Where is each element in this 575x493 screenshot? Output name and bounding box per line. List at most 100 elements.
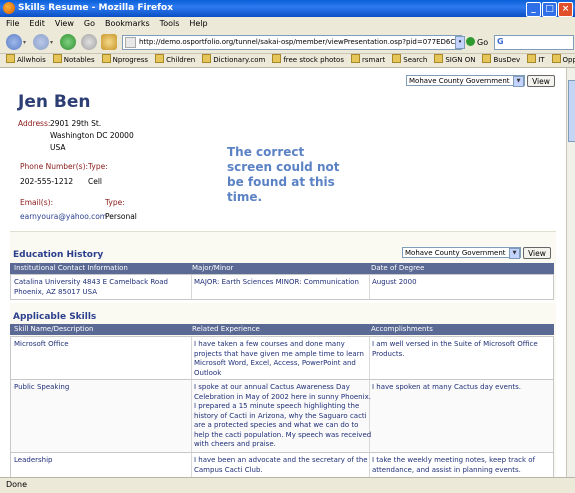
page-favicon xyxy=(125,37,136,48)
bookmark-sign-on[interactable]: SIGN ON xyxy=(434,54,475,67)
accomplishments-cell: I am well versed in the Suite of Microso… xyxy=(372,340,538,358)
folder-icon xyxy=(101,54,111,63)
phone-number: 202-555-1212 xyxy=(20,177,74,186)
folder-icon xyxy=(527,54,537,63)
institution-cell: Catalina University 4843 E Camelback Roa… xyxy=(14,278,168,296)
chevron-down-icon: ▼ xyxy=(509,248,520,259)
experience-cell: I spoke at our annual Cactus Awareness D… xyxy=(194,383,372,448)
menu-edit[interactable]: Edit xyxy=(29,17,45,31)
table-row: Microsoft Office I have taken a few cour… xyxy=(10,336,554,380)
column-header: Related Experience xyxy=(192,325,260,333)
table-row: Leadership I have been an advocate and t… xyxy=(10,452,554,477)
address-bar-url: http://demo.osportfolio.org/tunnel/sakai… xyxy=(139,38,461,46)
folder-icon xyxy=(434,54,444,63)
vertical-scrollbar[interactable] xyxy=(566,68,575,477)
email-label: Email(s): xyxy=(20,198,54,207)
address-line-3: USA xyxy=(50,143,66,152)
bookmark-dictionary[interactable]: Dictionary.com xyxy=(202,54,265,67)
status-bar: Done xyxy=(0,477,575,493)
organization-select[interactable]: Mohave County Government ▼ xyxy=(406,75,525,87)
bookmark-it[interactable]: IT xyxy=(527,54,545,67)
phone-type: Cell xyxy=(88,177,103,186)
bookmark-busdev[interactable]: BusDev xyxy=(482,54,520,67)
navigation-toolbar: ▾ ▾ http://demo.osportfolio.org/tunnel/s… xyxy=(0,31,575,54)
menu-bar: File Edit View Go Bookmarks Tools Help xyxy=(0,17,575,31)
menu-file[interactable]: File xyxy=(6,17,19,31)
view-button[interactable]: View xyxy=(527,75,555,87)
close-button[interactable]: × xyxy=(558,2,573,17)
minimize-button[interactable]: _ xyxy=(526,2,541,17)
education-view-button[interactable]: View xyxy=(523,247,551,259)
go-icon xyxy=(466,37,475,46)
maximize-button[interactable]: □ xyxy=(542,2,557,17)
phone-type-label: Type: xyxy=(88,162,108,171)
bookmark-notables[interactable]: Notables xyxy=(52,54,95,67)
bookmark-allwhois[interactable]: Allwhois xyxy=(6,54,46,67)
search-input[interactable]: G xyxy=(494,35,574,50)
back-icon[interactable] xyxy=(6,34,22,50)
email-link[interactable]: earnyoura@yahoo.com xyxy=(20,212,107,221)
skills-table-header: Skill Name/Description Related Experienc… xyxy=(10,324,554,335)
google-icon: G xyxy=(497,37,504,46)
address-bar[interactable]: http://demo.osportfolio.org/tunnel/sakai… xyxy=(122,35,462,50)
address-line-2: Washington DC 20000 xyxy=(50,131,134,140)
address-label: Address: xyxy=(18,119,51,128)
email-type: Personal xyxy=(105,212,137,221)
folder-icon xyxy=(392,54,402,63)
menu-help[interactable]: Help xyxy=(189,17,207,31)
forward-icon[interactable] xyxy=(33,34,49,50)
education-title: Education History xyxy=(13,250,104,260)
folder-icon xyxy=(52,54,62,63)
column-header: Accomplishments xyxy=(371,325,433,333)
phone-label: Phone Number(s): xyxy=(20,162,89,171)
scrollbar-thumb[interactable] xyxy=(568,80,575,142)
folder-icon xyxy=(155,54,165,63)
profile-name: Jen Ben xyxy=(18,92,91,112)
bookmark-icon xyxy=(202,54,212,63)
experience-cell: I have been an advocate and the secretar… xyxy=(194,456,368,474)
bookmark-nprogress[interactable]: Nprogress xyxy=(101,54,148,67)
menu-view[interactable]: View xyxy=(55,17,74,31)
column-header: Major/Minor xyxy=(192,264,234,272)
skill-name-cell: Microsoft Office xyxy=(14,340,69,348)
table-row: Public Speaking I spoke at our annual Ca… xyxy=(10,379,554,453)
bookmark-search[interactable]: Search xyxy=(392,54,427,67)
notice-message: The correct screen could not be found at… xyxy=(227,145,340,204)
table-row: Catalina University 4843 E Camelback Roa… xyxy=(10,274,554,300)
page-content: Mohave County Government ▼ View Jen Ben A… xyxy=(0,68,566,477)
window-titlebar: Skills Resume - Mozilla Firefox _ □ × xyxy=(0,0,575,17)
column-header: Skill Name/Description xyxy=(14,325,94,333)
forward-dropdown-icon[interactable]: ▾ xyxy=(50,39,53,46)
bookmark-children[interactable]: Children xyxy=(155,54,195,67)
go-button[interactable]: Go xyxy=(466,37,488,47)
folder-icon xyxy=(272,54,282,63)
email-type-label: Type: xyxy=(105,198,125,207)
url-dropdown-icon[interactable]: ▾ xyxy=(455,36,465,49)
reload-icon[interactable] xyxy=(60,34,76,50)
bookmark-free-stock-photos[interactable]: free stock photos xyxy=(272,54,344,67)
menu-tools[interactable]: Tools xyxy=(160,17,180,31)
bookmark-opportunity[interactable]: Opportunity xyxy=(551,54,575,67)
accomplishments-cell: I take the weekly meeting notes, keep tr… xyxy=(372,456,536,474)
major-cell: MAJOR: Earth Sciences MINOR: Communicati… xyxy=(194,278,359,286)
skill-name-cell: Leadership xyxy=(14,456,53,464)
menu-bookmarks[interactable]: Bookmarks xyxy=(105,17,150,31)
stop-icon[interactable] xyxy=(81,34,97,50)
skill-name-cell: Public Speaking xyxy=(14,383,70,391)
back-dropdown-icon[interactable]: ▾ xyxy=(23,39,26,46)
menu-go[interactable]: Go xyxy=(84,17,95,31)
status-text: Done xyxy=(6,480,28,489)
education-organization-select[interactable]: Mohave County Government ▼ xyxy=(402,247,521,259)
accomplishments-cell: I have spoken at many Cactus day events. xyxy=(372,383,521,391)
home-icon[interactable] xyxy=(101,34,117,50)
bookmarks-toolbar: Allwhois Notables Nprogress Children Diction… xyxy=(0,54,575,68)
folder-icon xyxy=(350,54,360,63)
folder-icon xyxy=(551,54,561,63)
experience-cell: I have taken a few courses and done many… xyxy=(194,340,364,377)
bookmark-rsmart[interactable]: rsmart xyxy=(350,54,385,67)
education-table-header: Institutional Contact Information Major/… xyxy=(10,263,554,274)
column-header: Date of Degree xyxy=(371,264,425,272)
folder-icon xyxy=(482,54,492,63)
date-cell: August 2000 xyxy=(372,278,417,286)
bookmark-icon xyxy=(6,54,15,63)
